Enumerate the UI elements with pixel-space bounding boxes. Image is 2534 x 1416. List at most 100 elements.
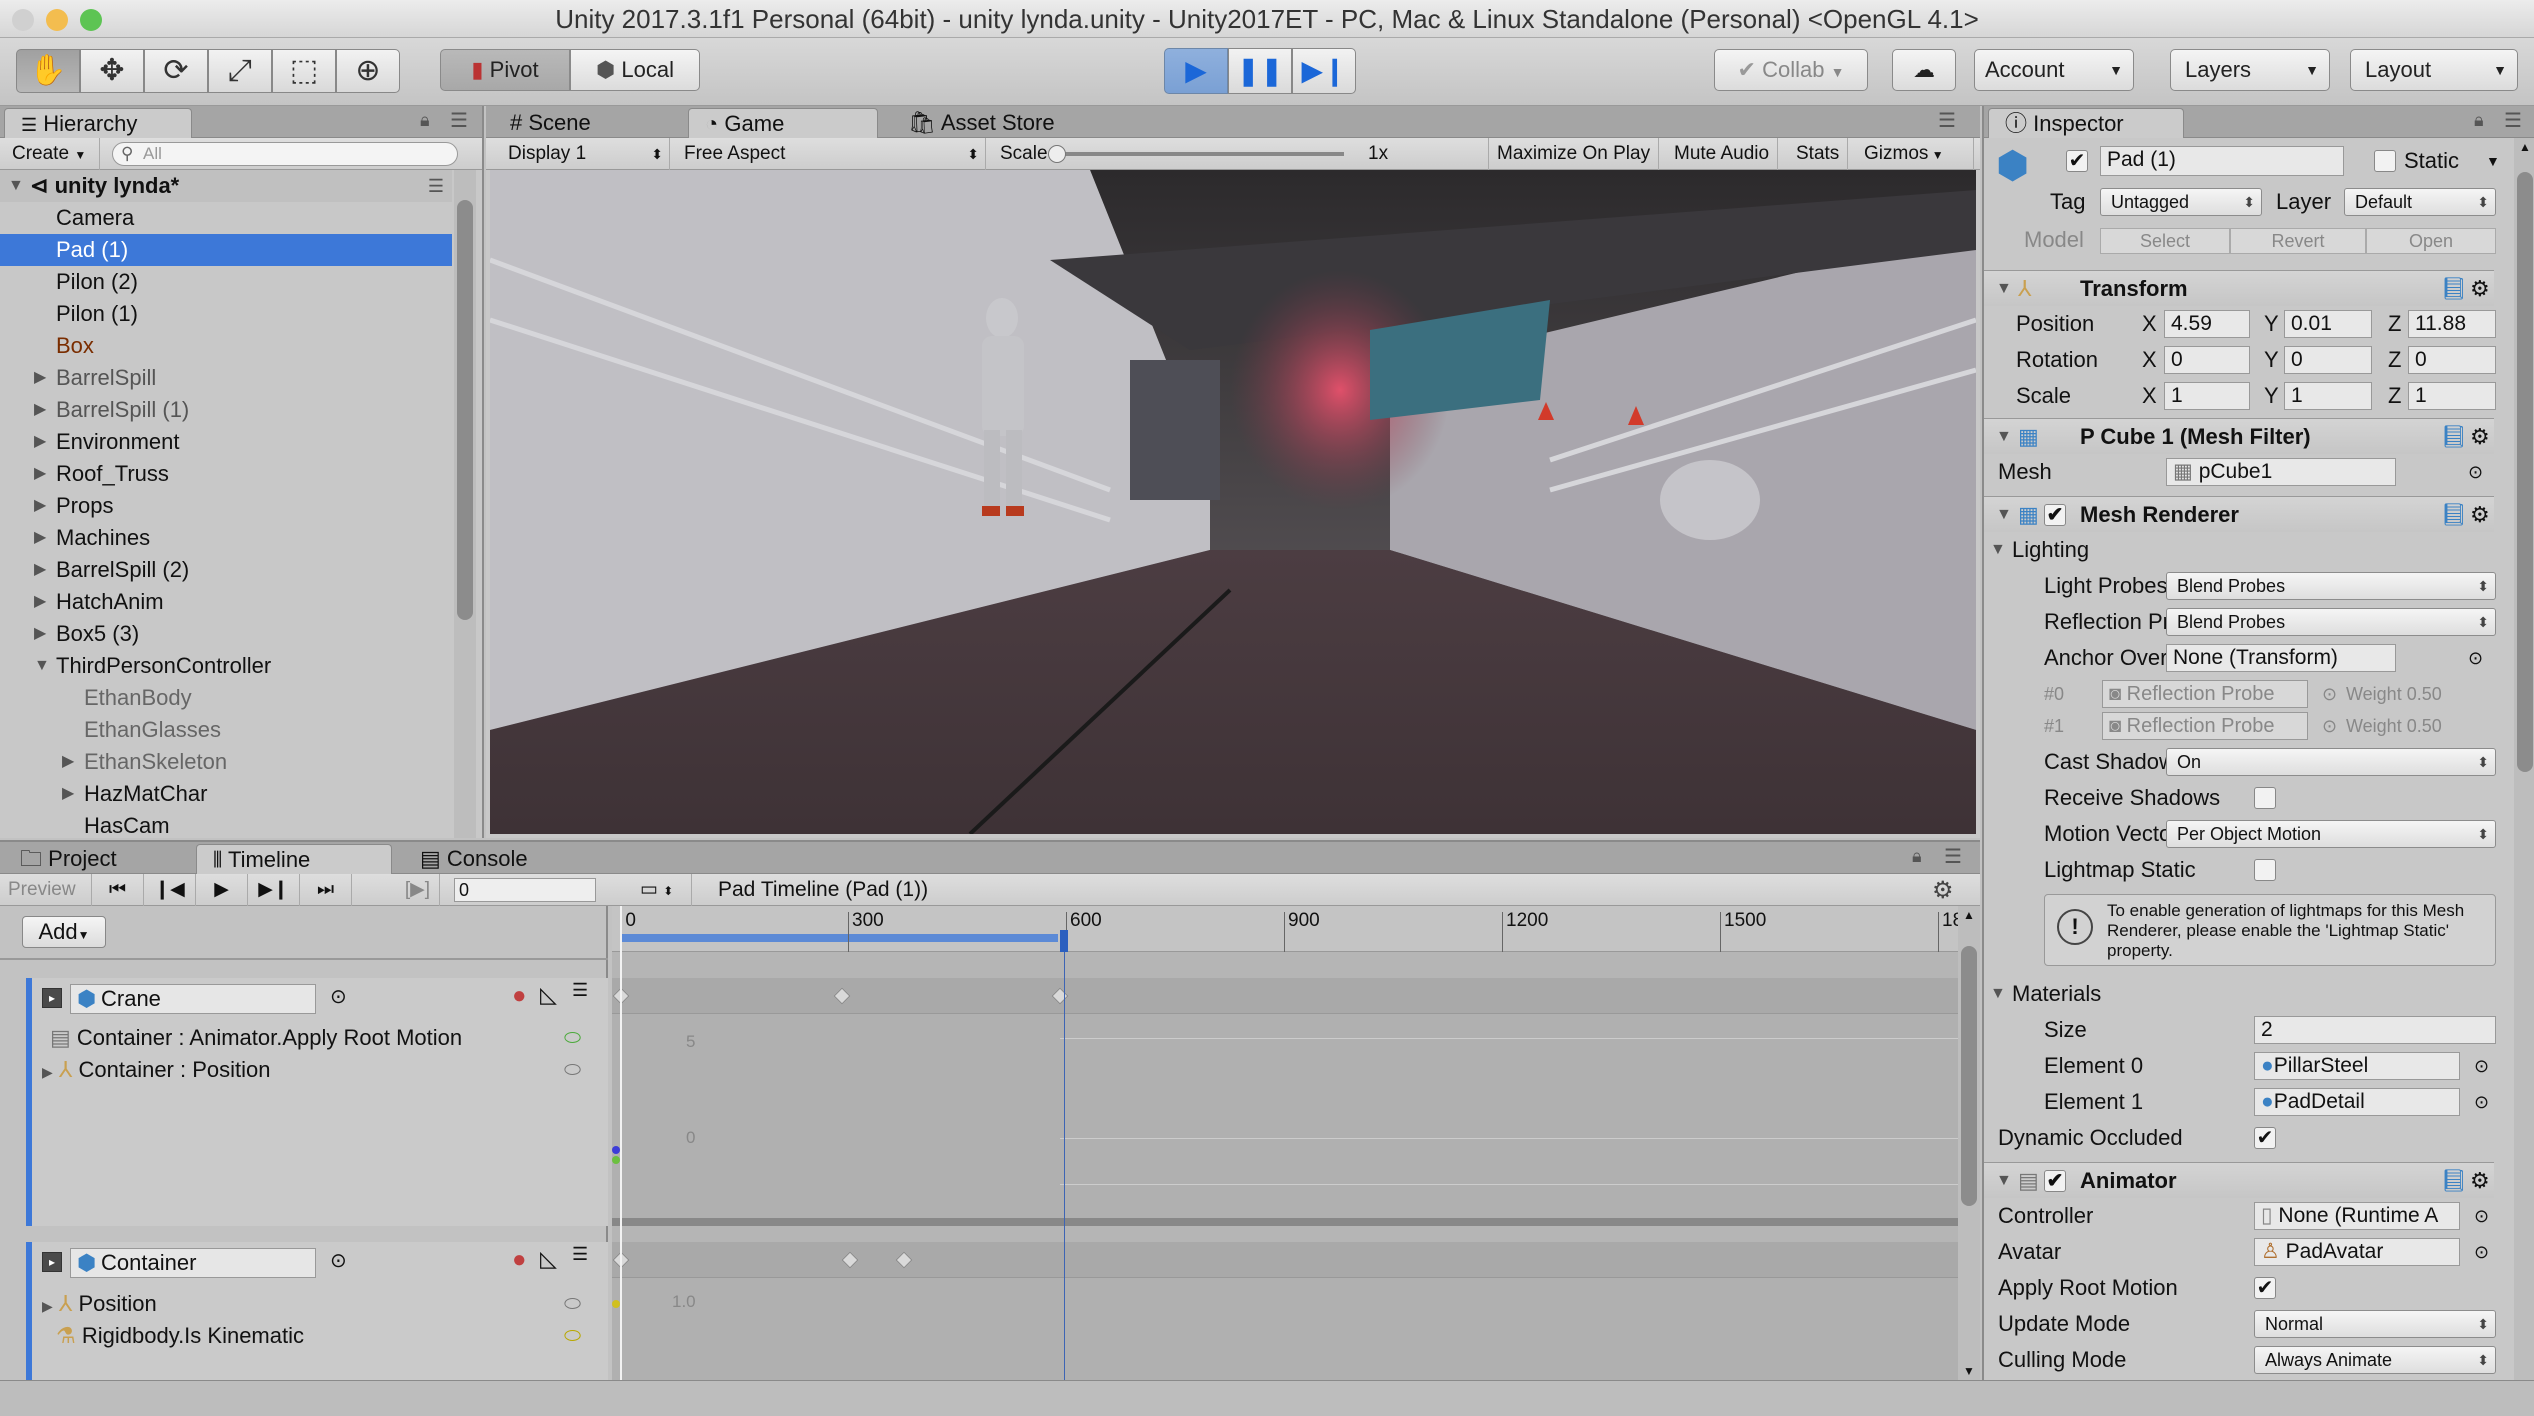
active-checkbox[interactable]: ✔ (2066, 150, 2088, 172)
scale-slider-thumb[interactable] (1048, 145, 1066, 163)
rotation-z-field[interactable]: 0 (2408, 346, 2496, 374)
timeline-scrollbar[interactable]: ▲ ▼ (1958, 906, 1980, 1382)
lighting-foldout[interactable]: ▼ Lighting (1984, 532, 2494, 568)
play-button[interactable]: ▶ (1164, 48, 1228, 94)
list-item-selected[interactable]: Pad (1) (0, 234, 452, 266)
list-item[interactable]: ▶ Props (0, 490, 452, 522)
panel-menu-icon[interactable]: ☰ (1938, 108, 1956, 133)
tab-asset-store[interactable]: 🛍︎ Asset Store (892, 108, 1112, 138)
list-item[interactable]: HasCam (0, 810, 452, 838)
animator-enabled-checkbox[interactable]: ✔ (2044, 1170, 2066, 1192)
gear-icon[interactable]: ⚙ (1932, 876, 1954, 905)
tab-console[interactable]: ▤ Console (404, 844, 584, 874)
pivot-toggle[interactable]: ▮ Pivot (440, 49, 570, 91)
element-0-field[interactable]: ●PillarSteel (2254, 1052, 2460, 1080)
renderer-enabled-checkbox[interactable]: ✔ (2044, 504, 2066, 526)
panel-menu-icon[interactable]: ☰ (2504, 108, 2522, 133)
anchor-override-field[interactable]: None (Transform) (2166, 644, 2396, 672)
list-item[interactable]: Pilon (1) (0, 298, 452, 330)
minimize-window-button[interactable] (46, 9, 68, 31)
play-timeline-button[interactable]: ▶ (196, 874, 248, 906)
hand-tool-icon[interactable]: ✋ (16, 49, 80, 93)
receive-shadows-checkbox[interactable] (2254, 787, 2276, 809)
mute-audio-toggle[interactable]: Mute Audio (1666, 138, 1779, 170)
track-property-row[interactable]: ▶ ⅄ Container : Position ⬭ (42, 1054, 582, 1086)
curve-key[interactable] (612, 1300, 620, 1308)
scale-slider-track[interactable] (1054, 152, 1344, 156)
expand-arrow-icon[interactable]: ▶ (34, 394, 46, 426)
expand-arrow-icon[interactable]: ▶ (34, 522, 46, 554)
reflection-probes-dropdown[interactable]: Blend Probes (2166, 608, 2496, 636)
object-picker-icon[interactable]: ⊙ (2468, 640, 2483, 676)
expand-arrow-icon[interactable]: ▶ (34, 362, 46, 394)
list-item[interactable]: ▶ Environment (0, 426, 452, 458)
cast-shadows-dropdown[interactable]: On (2166, 748, 2496, 776)
list-item[interactable]: ▶ Roof_Truss (0, 458, 452, 490)
list-item[interactable]: Camera (0, 202, 452, 234)
static-dropdown-icon[interactable]: ▼ (2486, 146, 2500, 176)
goto-end-button[interactable]: ⏭ (300, 874, 352, 906)
track-collapse-icon[interactable]: ▸ (42, 1252, 62, 1272)
tab-game[interactable]: ◔ Game (688, 108, 878, 138)
track-menu-icon[interactable]: ☰ (572, 1244, 588, 1265)
scale-y-field[interactable]: 1 (2284, 382, 2372, 410)
expand-arrow-icon[interactable]: ▶ (34, 490, 46, 522)
track-container[interactable]: ▸ ⬢ Container ⊙ ● ◺ ☰ ▶ ⅄ Position ⬭ ⚗ R… (26, 1242, 608, 1382)
timeline-view-dropdown[interactable]: ▭ ⬍ (632, 874, 692, 906)
object-picker-icon[interactable]: ⊙ (330, 984, 347, 1009)
object-picker-icon[interactable]: ⊙ (2468, 454, 2483, 490)
layout-dropdown[interactable]: Layout ▼ (2350, 49, 2518, 91)
track-crane[interactable]: ▸ ⬢ Crane ⊙ ● ◺ ☰ ▤ Container : Animator… (26, 978, 608, 1226)
move-tool-icon[interactable]: ✥ (80, 49, 144, 93)
expand-arrow-icon[interactable]: ▼ (34, 650, 50, 682)
next-frame-button[interactable]: ▶❙ (248, 874, 300, 906)
list-item[interactable]: ▶ HazMatChar (0, 778, 452, 810)
expand-arrow-icon[interactable]: ▶ (42, 1064, 53, 1080)
track-binding-field[interactable]: ⬢ Crane (70, 984, 316, 1014)
model-revert-button[interactable]: Revert (2230, 228, 2366, 254)
apply-root-motion-checkbox[interactable]: ✔ (2254, 1277, 2276, 1299)
update-mode-dropdown[interactable]: Normal (2254, 1310, 2496, 1338)
curve-key[interactable] (612, 1146, 620, 1154)
transform-header[interactable]: ▼ ⅄ Transform 📘︎ ⚙ (1984, 270, 2494, 306)
scrollbar-thumb[interactable] (2517, 172, 2533, 772)
scroll-up-icon[interactable]: ▲ (2519, 140, 2531, 154)
gear-icon[interactable]: ⚙ (2470, 419, 2490, 455)
goto-start-button[interactable]: ⏮ (92, 874, 144, 906)
light-probes-dropdown[interactable]: Blend Probes (2166, 572, 2496, 600)
expand-arrow-icon[interactable]: ▶ (42, 1298, 53, 1314)
track-binding-field[interactable]: ⬢ Container (70, 1248, 316, 1278)
list-item[interactable]: ▶ Box5 (3) (0, 618, 452, 650)
add-track-button[interactable]: Add▼ (22, 916, 106, 948)
culling-mode-dropdown[interactable]: Always Animate (2254, 1346, 2496, 1374)
preview-toggle[interactable]: Preview (0, 874, 92, 906)
tab-inspector[interactable]: ⓘ Inspector (1988, 108, 2184, 138)
object-picker-icon[interactable]: ⊙ (2474, 1084, 2489, 1120)
loop-button[interactable]: [▶] (396, 874, 440, 906)
account-dropdown[interactable]: Account ▼ (1974, 49, 2134, 91)
zoom-window-button[interactable] (80, 9, 102, 31)
game-viewport[interactable] (490, 170, 1976, 834)
display-dropdown[interactable]: Display 1 ⬍ (500, 138, 670, 170)
curves-icon[interactable]: ◺ (540, 1246, 557, 1272)
materials-foldout[interactable]: ▼ Materials (1984, 976, 2494, 1012)
scale-z-field[interactable]: 1 (2408, 382, 2496, 410)
timeline-tracks-area[interactable]: 0 300 600 900 1200 1500 18 5 0 1.0 ▲ ▼ (612, 906, 1980, 1382)
pause-button[interactable]: ❚❚ (1228, 48, 1292, 94)
curve-key[interactable] (612, 1156, 620, 1164)
curves-icon[interactable]: ◺ (540, 982, 557, 1008)
aspect-dropdown[interactable]: Free Aspect ⬍ (676, 138, 986, 170)
track-property-row[interactable]: ▤ Container : Animator.Apply Root Motion… (42, 1022, 582, 1054)
expand-arrow-icon[interactable]: ▶ (34, 618, 46, 650)
scene-root-row[interactable]: ▼ ⊲ unity lynda* ☰ (0, 170, 452, 202)
track-collapse-icon[interactable]: ▸ (42, 988, 62, 1008)
help-book-icon[interactable]: 📘︎ (2440, 419, 2468, 455)
expand-arrow-icon[interactable]: ▶ (62, 746, 74, 778)
help-book-icon[interactable]: 📘︎ (2440, 497, 2468, 533)
inspector-scrollbar[interactable]: ▲ (2514, 138, 2534, 1380)
track-crane-lane[interactable]: 5 0 (612, 978, 1958, 1226)
rotate-tool-icon[interactable]: ⟳ (144, 49, 208, 93)
list-item[interactable]: ▼ ThirdPersonController (0, 650, 452, 682)
gear-icon[interactable]: ⚙ (2470, 497, 2490, 533)
transform-tool-icon[interactable]: ⊕ (336, 49, 400, 93)
